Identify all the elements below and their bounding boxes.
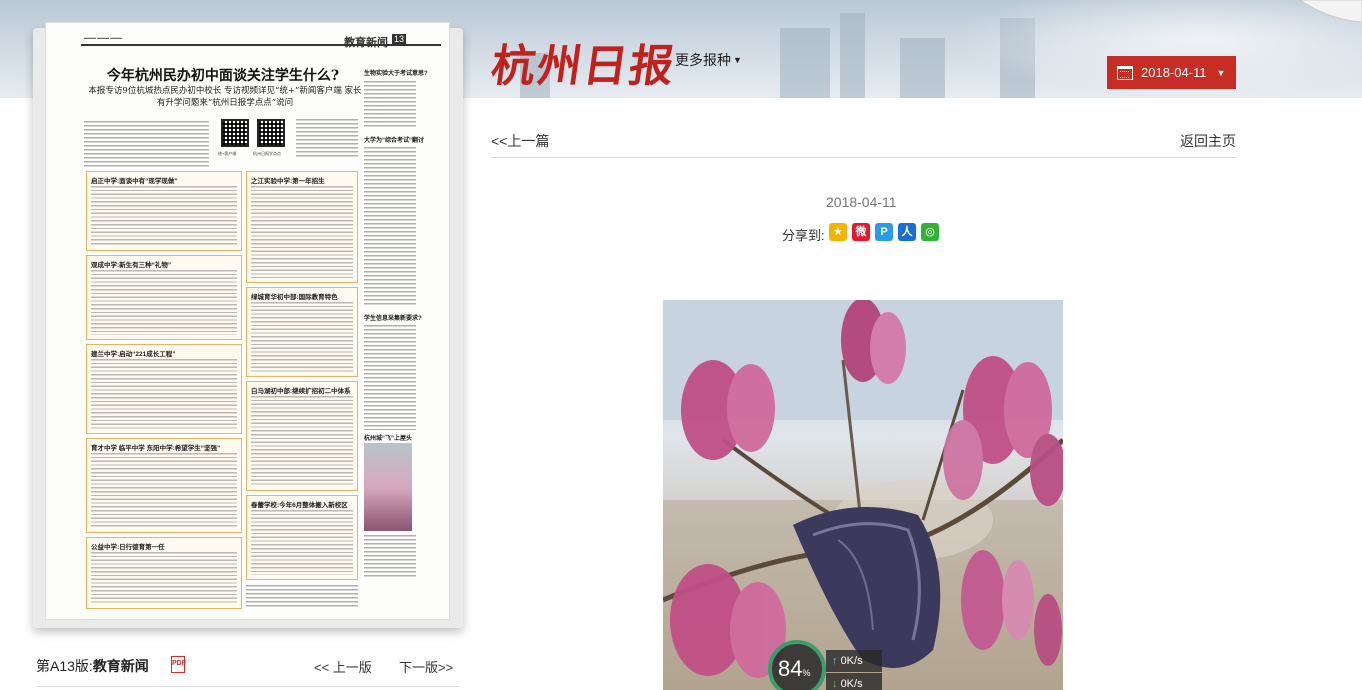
newspaper-header-meta: ▬▬▬ ▬▬▬ ▬▬▬	[84, 35, 123, 40]
previous-article-link[interactable]: <<上一篇	[491, 131, 549, 151]
qr-code-icon	[221, 119, 249, 147]
wechat-icon[interactable]: ◎	[921, 223, 939, 241]
story-box: 白马湖初中部:继续扩招初二中体系	[246, 381, 358, 491]
newspaper-page-number: 13	[392, 34, 407, 44]
column-title: 杭州城“飞”上屋头	[364, 436, 413, 442]
page-number-label: 第A13版:	[36, 658, 93, 674]
story-box: 公益中学:日行德育第一任	[86, 537, 242, 609]
story-box: 建兰中学:启动“221成长工程”	[86, 344, 242, 434]
upload-speed: ↑ 0K/s	[826, 650, 882, 672]
magnolia-butterfly-photo	[663, 300, 1063, 690]
chevron-down-icon: ▼	[1216, 67, 1226, 78]
arrow-up-icon: ↑	[832, 655, 838, 667]
page-section-name: 教育新闻	[92, 658, 149, 674]
arrow-down-icon: ↓	[832, 678, 838, 690]
story-box: 之江实验中学:第一年招生	[246, 171, 358, 283]
chevron-down-icon: ▼	[733, 55, 742, 65]
story-box: 育才中学 临平中学 东阳中学:希望学生“坚强”	[86, 438, 242, 533]
column-title: 生物实验大于考试意思?	[364, 71, 428, 77]
download-speed: ↓ 0K/s	[826, 673, 882, 690]
newspaper-photo	[364, 443, 412, 531]
page-label: 第A13版:教育新闻	[36, 656, 149, 676]
divider	[36, 686, 460, 687]
more-papers-label: 更多报种	[675, 52, 731, 68]
next-page-link[interactable]: 下一版>>	[399, 657, 453, 676]
article-date: 2018-04-11	[826, 194, 897, 210]
page: 杭州日报 更多报种 ▼ 2018-04-11 ▼ ▬▬▬ ▬▬▬ ▬▬▬ 教育新闻…	[0, 0, 1362, 690]
column-title: 学生信息采集新要求?	[364, 316, 422, 322]
network-speed-widget[interactable]: 84% ↑ 0K/s ↓ 0K/s	[768, 640, 888, 690]
cpu-usage-percent: 84%	[778, 656, 811, 681]
weibo-icon[interactable]: 微	[852, 223, 870, 241]
date-picker-button[interactable]: 2018-04-11 ▼	[1107, 56, 1236, 89]
page-curl-decoration	[1300, 0, 1362, 22]
previous-page-link[interactable]: << 上一版	[314, 657, 372, 676]
share-icons: ★ 微 P 人 ◎	[829, 223, 939, 241]
date-picker-value: 2018-04-11	[1141, 65, 1207, 80]
divider	[491, 157, 1236, 158]
column-title: 大学为“综合考试”翻讨	[364, 138, 425, 144]
newspaper-section-name: 教育新闻	[344, 37, 388, 49]
calendar-icon	[1117, 65, 1133, 80]
qr-code-icon	[257, 119, 285, 147]
back-home-link[interactable]: 返回主页	[1180, 131, 1236, 151]
article-photo	[663, 300, 1063, 690]
renren-icon[interactable]: 人	[898, 223, 916, 241]
newspaper-subheadline: 本报专访9位杭城热点民办初中校长 专访视频详见“统+”新闻客户端 家长有升学问题…	[88, 86, 362, 108]
qr-label: 统+客户端	[218, 151, 237, 156]
tencent-weibo-icon[interactable]: P	[875, 223, 893, 241]
story-box: 观成中学:新生有三种“礼物”	[86, 255, 242, 340]
pdf-icon[interactable]: PDF	[171, 656, 186, 673]
story-box: 绿城育华初中部:国际教育特色	[246, 287, 358, 377]
qr-label: 杭州日报学点点	[253, 151, 281, 156]
newspaper-headline: 今年杭州民办初中面谈关注学生什么?	[106, 68, 340, 84]
hangzhou-daily-logo[interactable]: 杭州日报	[488, 30, 681, 94]
share-label: 分享到:	[782, 228, 825, 243]
qzone-icon[interactable]: ★	[829, 223, 847, 241]
story-box: 启正中学:面谈中有“现学现做”	[86, 171, 242, 251]
newspaper-page-image[interactable]: ▬▬▬ ▬▬▬ ▬▬▬ 教育新闻 13 今年杭州民办初中面谈关注学生什么? 本报…	[45, 22, 450, 620]
more-papers-menu[interactable]: 更多报种 ▼	[675, 50, 742, 70]
story-box: 春蕾学校:今年6月整体搬入新校区	[246, 495, 358, 580]
